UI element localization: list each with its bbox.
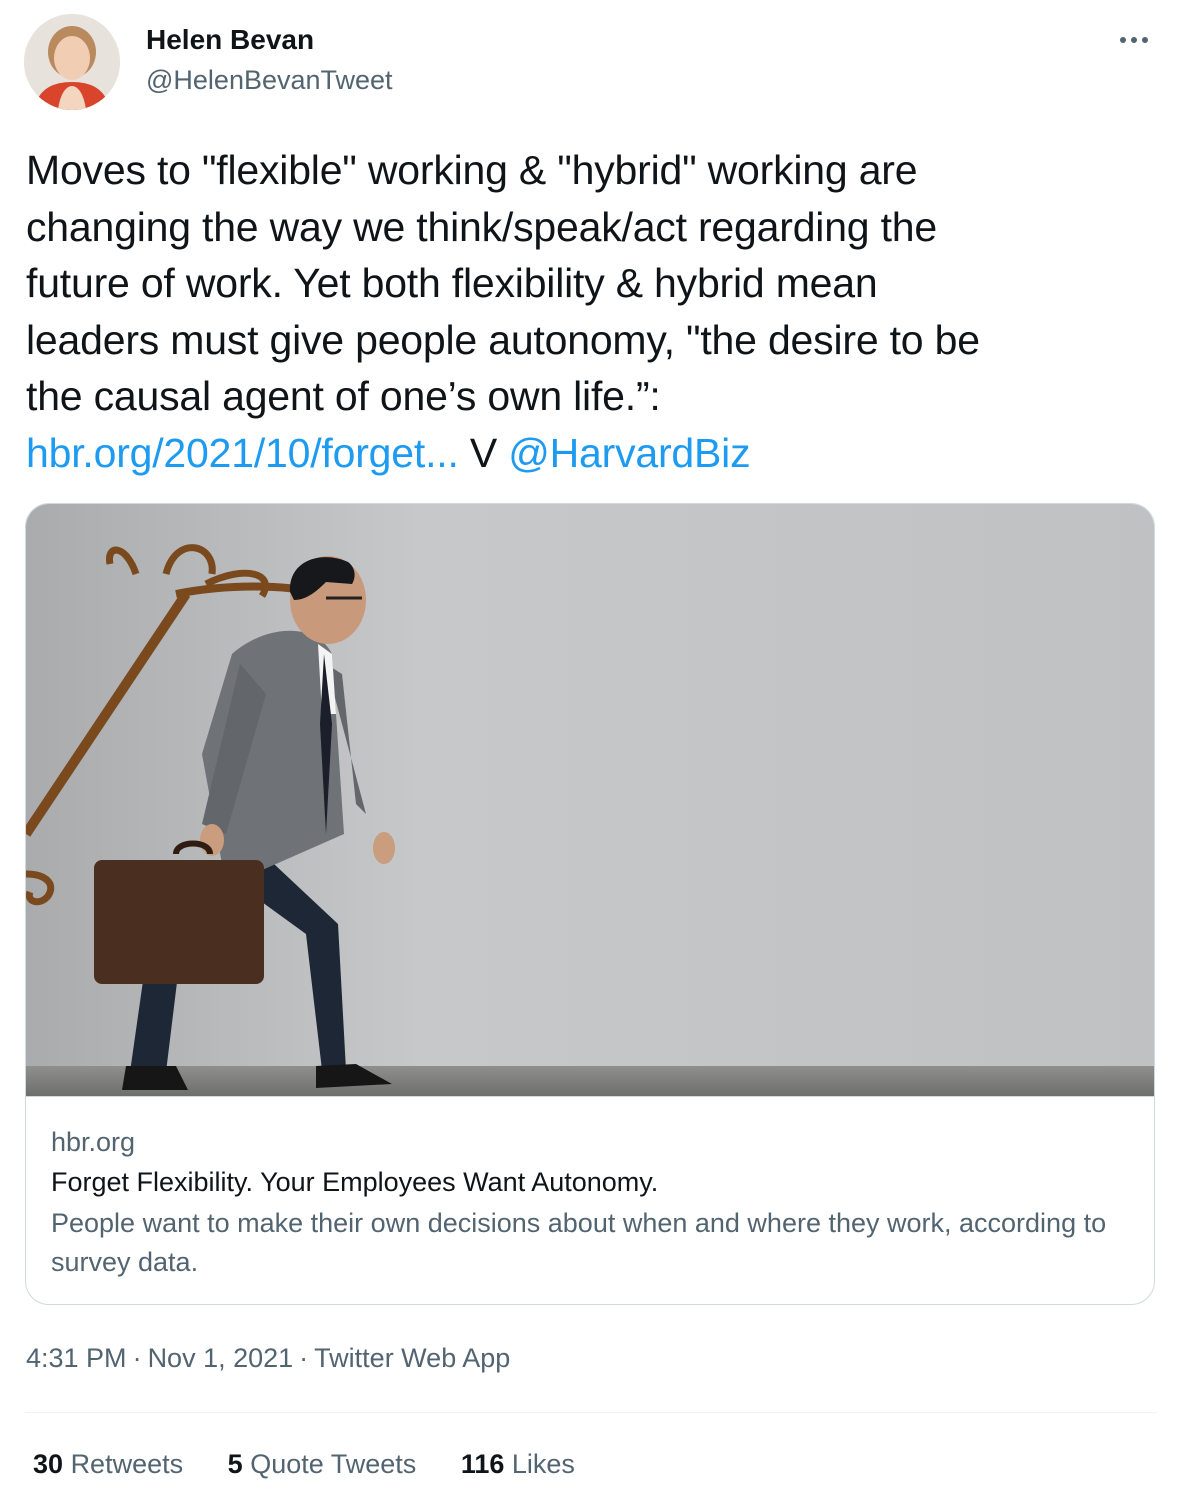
avatar[interactable] — [24, 14, 120, 110]
tweet-text-line: the causal agent of one’s own life.”: — [26, 373, 661, 419]
tweet-text-line: Moves to "flexible" working & "hybrid" w… — [26, 147, 918, 193]
mention-link[interactable]: @HarvardBiz — [508, 430, 750, 476]
tweet-time[interactable]: 4:31 PM — [26, 1343, 127, 1373]
card-domain: hbr.org — [51, 1127, 136, 1157]
card-description: People want to make their own decisions … — [51, 1208, 1107, 1277]
tweet-text: Moves to "flexible" working & "hybrid" w… — [26, 142, 1156, 481]
tweet-text-line: future of work. Yet both flexibility & h… — [26, 260, 878, 306]
tweet-text-line: leaders must give people autonomy, "the … — [26, 316, 980, 363]
avatar-photo — [24, 14, 120, 110]
retweets-count: 30 — [33, 1449, 64, 1479]
author-name[interactable]: Helen Bevan — [146, 22, 314, 58]
likes-count: 116 — [460, 1449, 505, 1479]
more-options-button[interactable] — [1112, 22, 1156, 58]
tweet-source[interactable]: Twitter Web App — [314, 1343, 510, 1373]
tweet-meta: 4:31 PM · Nov 1, 2021 · Twitter Web App — [26, 1340, 510, 1376]
tweet-text-line: changing the way we think/speak/act rega… — [26, 203, 937, 250]
author-handle[interactable]: @HelenBevanTweet — [146, 62, 393, 98]
tweet-date[interactable]: Nov 1, 2021 — [148, 1343, 294, 1373]
via-text: V — [458, 429, 509, 476]
article-link[interactable]: hbr.org/2021/10/forget... — [26, 430, 459, 476]
more-horizontal-icon — [1120, 37, 1148, 43]
divider — [25, 1412, 1157, 1413]
retweets-stat[interactable]: 30 Retweets — [33, 1446, 183, 1482]
quote-tweets-label: Quote Tweets — [250, 1449, 417, 1479]
engagement-stats: 30 Retweets 5 Quote Tweets 116 Likes — [33, 1446, 612, 1482]
quote-tweets-count: 5 — [227, 1449, 243, 1479]
tweet-link-line: hbr.org/2021/10/forget... V @HarvardBiz — [26, 425, 1156, 482]
link-card[interactable]: hbr.org Forget Flexibility. Your Employe… — [25, 503, 1155, 1305]
meta-separator: · — [132, 1343, 142, 1373]
likes-stat[interactable]: 116 Likes — [461, 1446, 575, 1482]
card-image — [26, 504, 1154, 1096]
card-divider — [26, 1096, 1154, 1097]
retweets-label: Retweets — [70, 1449, 184, 1479]
quote-tweets-stat[interactable]: 5 Quote Tweets — [228, 1446, 417, 1482]
likes-label: Likes — [511, 1449, 575, 1479]
card-title: Forget Flexibility. Your Employees Want … — [51, 1167, 659, 1197]
meta-separator: · — [299, 1343, 309, 1373]
